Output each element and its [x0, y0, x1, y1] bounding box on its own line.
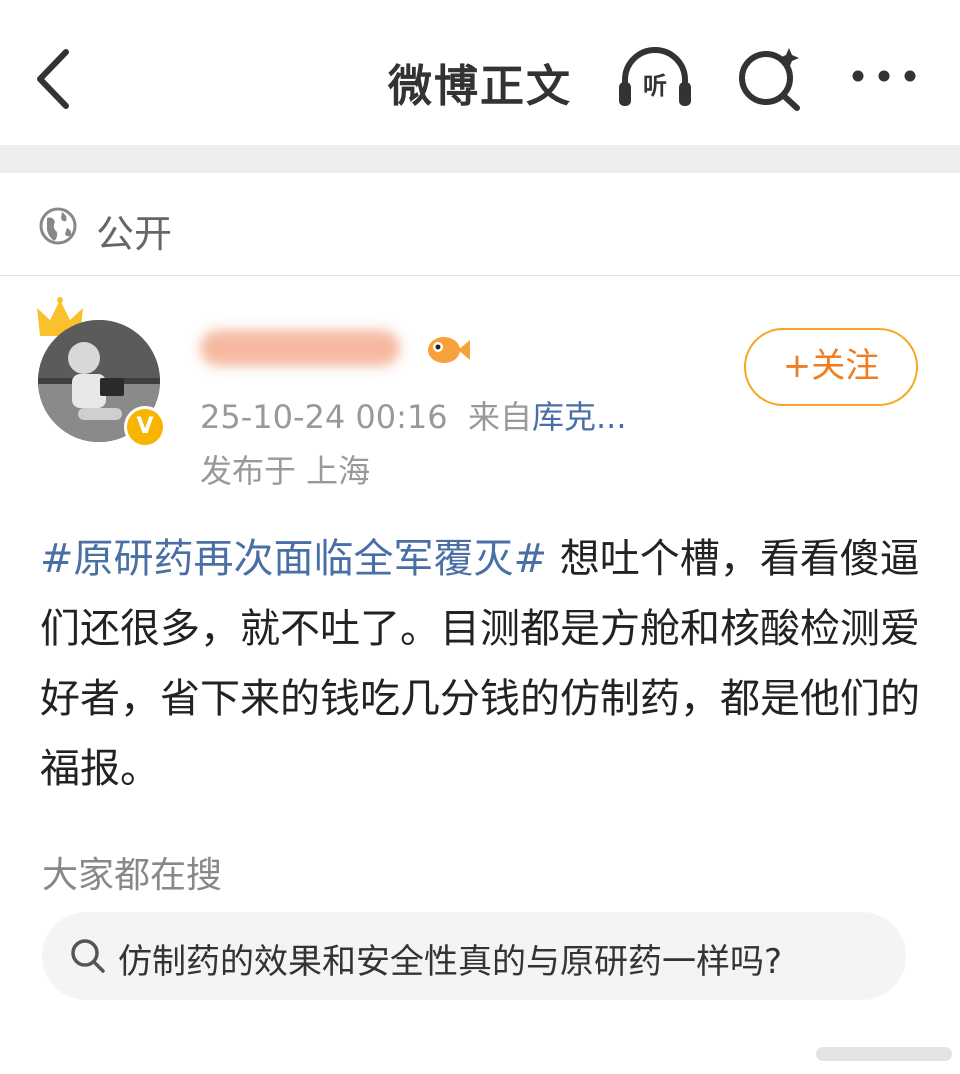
home-indicator — [816, 1047, 952, 1061]
suggestion-text: 仿制药的效果和安全性真的与原研药一样吗? — [118, 942, 783, 982]
trending-search-label: 大家都在搜 — [42, 855, 223, 896]
more-options-button[interactable] — [848, 42, 928, 112]
name-blur — [200, 330, 400, 366]
author-name-blurred[interactable] — [200, 322, 410, 368]
visibility-label: 公开 — [96, 212, 173, 256]
visibility-row: 公开 — [0, 173, 960, 276]
listen-label: 听 — [643, 72, 667, 100]
search-icon — [71, 939, 105, 973]
search-icon — [739, 48, 800, 111]
hashtag-link[interactable]: #原研药再次面临全军覆灭# — [40, 536, 547, 582]
search-button[interactable] — [733, 42, 813, 112]
post-timestamp: 25-10-24 00:16 — [200, 398, 448, 436]
top-nav-bar: 微博正文 听 — [0, 0, 960, 145]
source-prefix: 来自 — [467, 398, 532, 436]
post-location: 发布于 上海 — [200, 452, 371, 490]
fish-badge-icon — [424, 328, 472, 368]
headphones-icon: 听 — [619, 47, 691, 106]
follow-button[interactable]: +关注 — [744, 328, 918, 406]
trending-search-suggestion[interactable]: 仿制药的效果和安全性真的与原研药一样吗? — [42, 912, 906, 1000]
post-meta: 25-10-24 00:16 来自库克... — [200, 392, 627, 438]
post-body: #原研药再次面临全军覆灭# 想吐个槽，看看傻逼们还很多，就不吐了。目测都是方舱和… — [40, 524, 930, 804]
section-divider — [0, 145, 960, 173]
page-title: 微博正文 — [388, 61, 572, 112]
verified-badge: V — [124, 406, 166, 448]
listen-button[interactable]: 听 — [613, 42, 693, 112]
more-icon — [852, 70, 916, 82]
globe-icon — [39, 207, 77, 245]
post-source-link[interactable]: 库克... — [532, 398, 627, 436]
